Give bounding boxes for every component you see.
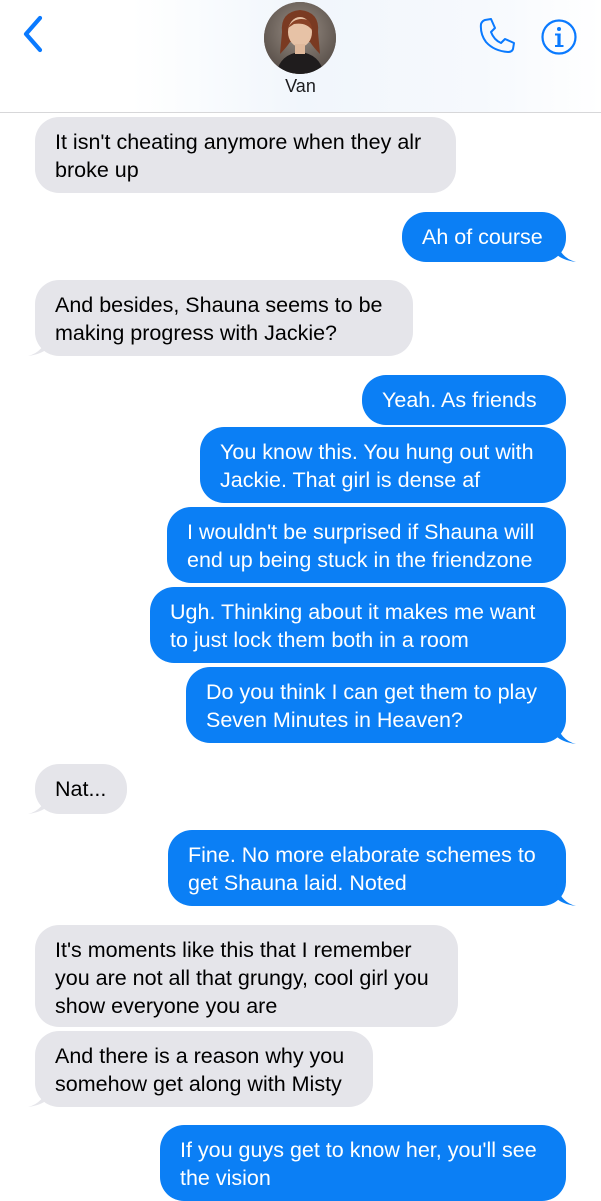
message-text: And there is a reason why you somehow ge… [55, 1044, 345, 1096]
outgoing-message[interactable]: Ugh. Thinking about it makes me want to … [150, 587, 566, 663]
message-text: Nat... [55, 777, 107, 801]
avatar-photo [264, 2, 336, 74]
message-text: Yeah. As friends [382, 388, 537, 412]
info-button[interactable] [540, 18, 578, 56]
call-button[interactable] [476, 14, 518, 56]
message-text: And besides, Shauna seems to be making p… [55, 293, 383, 345]
contact-avatar[interactable] [264, 2, 336, 74]
message-text: It's moments like this that I remember y… [55, 938, 429, 1018]
incoming-message[interactable]: It's moments like this that I remember y… [35, 925, 458, 1027]
message-text: Ah of course [422, 225, 543, 249]
outgoing-message[interactable]: If you guys get to know her, you'll see … [160, 1125, 566, 1201]
outgoing-message[interactable]: Yeah. As friends [362, 375, 566, 425]
message-text: Ugh. Thinking about it makes me want to … [170, 600, 536, 652]
incoming-message[interactable]: It isn't cheating anymore when they alr … [35, 117, 456, 193]
bubble-tail [556, 884, 576, 906]
bubble-tail [28, 792, 48, 814]
message-text: It isn't cheating anymore when they alr … [55, 130, 422, 182]
outgoing-message[interactable]: Do you think I can get them to play Seve… [186, 667, 566, 743]
message-text: Fine. No more elaborate schemes to get S… [188, 843, 536, 895]
outgoing-message[interactable]: You know this. You hung out with Jackie.… [200, 427, 566, 503]
info-icon [541, 19, 577, 55]
message-text: If you guys get to know her, you'll see … [180, 1138, 537, 1190]
outgoing-message[interactable]: Fine. No more elaborate schemes to get S… [168, 830, 566, 906]
phone-icon [479, 18, 515, 53]
conversation-header: Van [0, 0, 601, 113]
chevron-left-icon [23, 15, 43, 53]
incoming-message[interactable]: Nat... [35, 764, 127, 814]
bubble-tail [28, 1085, 48, 1107]
contact-name[interactable]: Van [0, 76, 601, 97]
message-text: Do you think I can get them to play Seve… [206, 680, 538, 732]
incoming-message[interactable]: And besides, Shauna seems to be making p… [35, 280, 413, 356]
message-text: You know this. You hung out with Jackie.… [220, 440, 534, 492]
bubble-tail [556, 722, 576, 744]
outgoing-message[interactable]: Ah of course [402, 212, 566, 262]
message-text: I wouldn't be surprised if Shauna will e… [187, 520, 535, 572]
bubble-tail [28, 334, 48, 356]
bubble-tail [556, 240, 576, 262]
outgoing-message[interactable]: I wouldn't be surprised if Shauna will e… [167, 507, 566, 583]
back-button[interactable] [16, 14, 50, 54]
incoming-message[interactable]: And there is a reason why you somehow ge… [35, 1031, 373, 1107]
